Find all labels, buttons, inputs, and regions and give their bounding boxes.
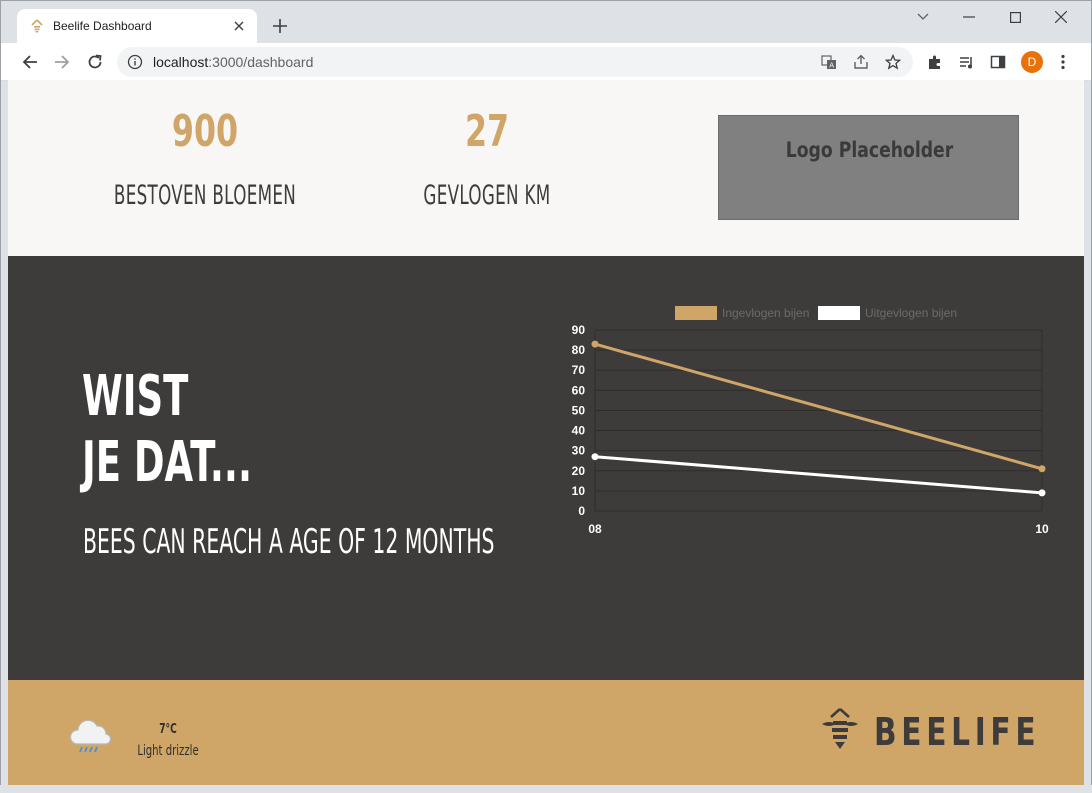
legend-swatch bbox=[818, 306, 860, 320]
legend-label: Ingevlogen bijen bbox=[722, 306, 809, 320]
beelife-favicon-icon bbox=[31, 19, 43, 33]
data-point bbox=[591, 453, 599, 461]
footer: 7°C Light drizzle BEELIFE bbox=[8, 680, 1084, 785]
y-tick-label: 20 bbox=[572, 464, 586, 478]
side-panel-icon[interactable] bbox=[988, 52, 1008, 72]
url-text: localhost:3000/dashboard bbox=[153, 54, 313, 70]
site-info-icon[interactable] bbox=[127, 54, 143, 70]
rain-cloud-icon bbox=[69, 719, 112, 753]
extensions-icon[interactable] bbox=[925, 52, 945, 72]
reload-icon[interactable] bbox=[84, 51, 106, 73]
y-tick-label: 60 bbox=[572, 383, 586, 397]
logo-placeholder: Logo Placeholder bbox=[718, 115, 1019, 220]
km-flown-label: GEVLOGEN KM bbox=[423, 180, 551, 211]
y-tick-label: 0 bbox=[578, 504, 585, 518]
dashboard-page: 900 BESTOVEN BLOEMEN 27 GEVLOGEN KM Logo… bbox=[8, 80, 1084, 785]
y-tick-label: 80 bbox=[572, 343, 586, 357]
media-control-icon[interactable] bbox=[957, 52, 977, 72]
svg-text:A: A bbox=[829, 62, 834, 70]
share-icon[interactable] bbox=[851, 52, 871, 72]
new-tab-icon[interactable] bbox=[269, 15, 291, 37]
window-bottom-edge bbox=[0, 785, 1092, 793]
series-line bbox=[594, 342, 1043, 471]
tab-title: Beelife Dashboard bbox=[53, 19, 152, 33]
browser-menu-icon[interactable] bbox=[1053, 52, 1073, 72]
x-tick-label: 08 bbox=[588, 522, 602, 536]
url-host: localhost bbox=[153, 54, 209, 70]
close-window-icon[interactable] bbox=[1051, 7, 1071, 27]
browser-toolbar: localhost:3000/dashboard A D bbox=[1, 43, 1091, 81]
y-tick-label: 40 bbox=[572, 424, 586, 438]
brand-wordmark: BEELIFE bbox=[874, 710, 1041, 754]
data-point bbox=[1038, 465, 1046, 473]
y-tick-label: 50 bbox=[572, 403, 586, 417]
did-you-know-title: WIST JE DAT... bbox=[82, 364, 252, 496]
translate-icon[interactable]: A bbox=[819, 52, 839, 72]
weather-description: Light drizzle bbox=[137, 743, 199, 759]
minimize-icon[interactable] bbox=[959, 7, 979, 27]
bookmark-star-icon[interactable] bbox=[883, 52, 903, 72]
legend-swatch bbox=[675, 306, 717, 320]
maximize-icon[interactable] bbox=[1005, 7, 1025, 27]
y-tick-label: 90 bbox=[572, 323, 586, 337]
did-you-know-title-line2: JE DAT... bbox=[82, 430, 253, 495]
data-point bbox=[1038, 489, 1046, 497]
did-you-know-fact: BEES CAN REACH A AGE OF 12 MONTHS bbox=[83, 522, 495, 562]
address-bar[interactable]: localhost:3000/dashboard A bbox=[117, 47, 913, 77]
forward-icon[interactable] bbox=[51, 51, 73, 73]
weather-temperature: 7°C bbox=[159, 722, 177, 737]
did-you-know-section: WIST JE DAT... BEES CAN REACH A AGE OF 1… bbox=[8, 256, 1084, 680]
url-path: :3000/dashboard bbox=[208, 54, 314, 70]
stats-section: 900 BESTOVEN BLOEMEN 27 GEVLOGEN KM Logo… bbox=[8, 80, 1084, 256]
tab-close-icon[interactable] bbox=[231, 18, 247, 34]
flowers-pollinated-label: BESTOVEN BLOEMEN bbox=[113, 180, 297, 211]
tab-search-chevron-icon[interactable] bbox=[913, 7, 933, 27]
bees-line-chart-svg: 0 10 20 30 40 50 60 70 80 90 08 10 Ingevlogen bijen U… bbox=[572, 306, 1049, 536]
tab-strip: Beelife Dashboard bbox=[1, 1, 1091, 43]
km-flown-value: 27 bbox=[464, 106, 510, 157]
profile-avatar[interactable]: D bbox=[1021, 51, 1043, 73]
beelife-brand-logo: BEELIFE bbox=[820, 706, 1040, 754]
did-you-know-title-line1: WIST bbox=[82, 364, 189, 429]
series-line bbox=[594, 455, 1043, 495]
bees-line-chart: 0 10 20 30 40 50 60 70 80 90 08 10 Ingevlogen bijen U… bbox=[558, 300, 1058, 550]
tab-beelife-dashboard[interactable]: Beelife Dashboard bbox=[17, 9, 257, 43]
y-tick-label: 30 bbox=[572, 444, 586, 458]
y-tick-label: 70 bbox=[572, 363, 586, 377]
legend-label: Uitgevlogen bijen bbox=[865, 306, 957, 320]
y-tick-label: 10 bbox=[572, 484, 586, 498]
logo-placeholder-text: Logo Placeholder bbox=[785, 138, 954, 162]
flowers-pollinated-value: 900 bbox=[171, 106, 239, 157]
bee-logo-icon bbox=[822, 708, 858, 749]
x-tick-label: 10 bbox=[1035, 522, 1049, 536]
back-icon[interactable] bbox=[19, 51, 41, 73]
data-point bbox=[591, 340, 599, 348]
